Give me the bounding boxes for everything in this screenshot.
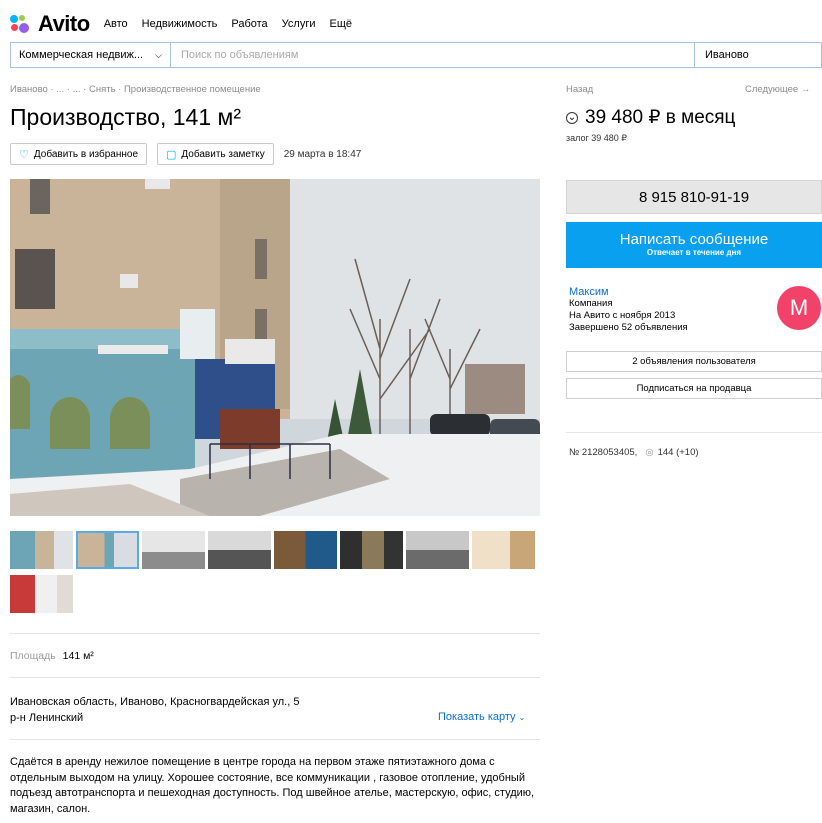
- logo-dots-icon: [10, 15, 32, 33]
- add-favorite-label: Добавить в избранное: [33, 148, 139, 160]
- avatar[interactable]: М: [777, 286, 821, 330]
- ad-number: № 2128053405,: [569, 447, 638, 458]
- city-input[interactable]: Иваново: [695, 43, 821, 67]
- divider: [10, 677, 540, 678]
- avito-logo[interactable]: Avito: [10, 11, 90, 37]
- category-select[interactable]: Коммерческая недвиж... ⌵: [11, 43, 171, 67]
- thumbnail[interactable]: [472, 531, 535, 569]
- back-link[interactable]: Назад: [566, 84, 593, 95]
- top-navigation: Avito Авто Недвижимость Работа Услуги Ещ…: [10, 11, 366, 37]
- search-input[interactable]: Поиск по объявлениям: [171, 43, 695, 67]
- thumbnail[interactable]: [274, 531, 337, 569]
- thumbnail[interactable]: [406, 531, 469, 569]
- address: Ивановская область, Иваново, Красногвард…: [10, 694, 299, 726]
- category-select-value: Коммерческая недвиж...: [19, 49, 144, 61]
- write-message-button[interactable]: Написать сообщение Отвечает в течение дн…: [566, 222, 822, 268]
- district: р-н Ленинский: [10, 712, 84, 724]
- ad-meta: № 2128053405, ◎ 144 (+10): [569, 447, 699, 458]
- view-count: 144 (+10): [657, 447, 699, 458]
- thumbnail[interactable]: [76, 531, 139, 569]
- thumbnail[interactable]: [10, 575, 73, 613]
- description: Сдаётся в аренду нежилое помещение в цен…: [10, 756, 535, 815]
- show-phone-button[interactable]: 8 915 810-91-19: [566, 180, 822, 214]
- address-line: Ивановская область, Иваново, Красногвард…: [10, 696, 300, 708]
- show-map-label: Показать карту: [438, 711, 516, 723]
- price: ⌄ 39 480 ₽ в месяц: [566, 106, 735, 129]
- listing-date: 29 марта в 18:47: [283, 148, 362, 160]
- page-title: Производство, 141 м²: [10, 104, 241, 130]
- area-label: Площадь: [10, 650, 56, 662]
- seller-type: Компания: [569, 298, 613, 309]
- seller-completed: Завершено 52 объявления: [569, 322, 688, 333]
- area-row: Площадь 141 м²: [10, 650, 94, 662]
- thumbnail[interactable]: [208, 531, 271, 569]
- next-link[interactable]: Следующее →: [745, 84, 810, 95]
- chevron-down-icon: ⌄: [518, 713, 526, 722]
- divider: [566, 432, 822, 433]
- user-ads-button[interactable]: 2 объявления пользователя: [566, 351, 822, 372]
- note-icon: ▢: [166, 148, 177, 161]
- photo-street-scene: [10, 179, 540, 516]
- seller-name[interactable]: Максим: [569, 286, 688, 298]
- thumbnail[interactable]: [10, 531, 73, 569]
- nav-link-jobs[interactable]: Работа: [231, 18, 267, 30]
- price-dropdown-icon[interactable]: ⌄: [566, 111, 578, 124]
- breadcrumb[interactable]: Иваново · ... · ... · Снять · Производст…: [10, 84, 261, 95]
- write-message-label: Написать сообщение: [619, 231, 769, 248]
- heart-icon: ♡: [19, 148, 29, 161]
- thumbnail[interactable]: [340, 531, 403, 569]
- divider: [10, 633, 540, 634]
- nav-link-realty[interactable]: Недвижимость: [142, 18, 218, 30]
- divider: [10, 739, 540, 740]
- listing-actions: ♡ Добавить в избранное ▢ Добавить заметк…: [10, 143, 361, 165]
- add-favorite-button[interactable]: ♡ Добавить в избранное: [10, 143, 148, 165]
- thumbnail[interactable]: [142, 531, 205, 569]
- price-value: 39 480 ₽ в месяц: [585, 107, 736, 128]
- main-photo[interactable]: [10, 179, 540, 516]
- add-note-button[interactable]: ▢ Добавить заметку: [157, 143, 274, 165]
- seller-since: На Авито с ноября 2013: [569, 310, 676, 321]
- search-bar: Коммерческая недвиж... ⌵ Поиск по объявл…: [10, 42, 822, 68]
- nav-link-more[interactable]: Ещё: [330, 18, 353, 30]
- area-value: 141 м²: [62, 650, 94, 662]
- chevron-down-icon: ⌵: [155, 49, 162, 60]
- deposit: залог 39 480 ₽: [566, 133, 628, 143]
- response-time: Отвечает в течение дня: [646, 248, 742, 257]
- seller-info: Максим Компания На Авито с ноября 2013 З…: [569, 286, 688, 334]
- show-map-link[interactable]: Показать карту ⌄: [438, 711, 525, 723]
- logo-text: Avito: [38, 11, 90, 36]
- eye-icon: ◎: [645, 447, 654, 458]
- add-note-label: Добавить заметку: [181, 148, 265, 160]
- subscribe-seller-button[interactable]: Подписаться на продавца: [566, 378, 822, 399]
- nav-link-auto[interactable]: Авто: [104, 18, 128, 30]
- nav-link-services[interactable]: Услуги: [282, 18, 316, 30]
